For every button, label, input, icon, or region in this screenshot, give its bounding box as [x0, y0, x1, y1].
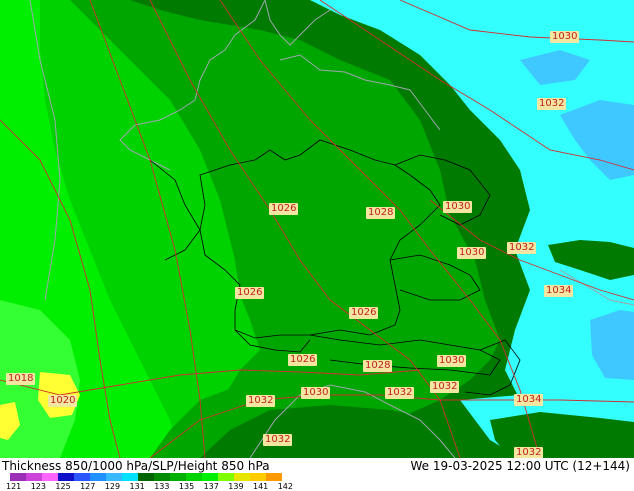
color-legend: [10, 473, 282, 481]
map-title: Thickness 850/1000 hPa/SLP/Height 850 hP…: [2, 459, 270, 473]
legend-swatch: [154, 473, 170, 481]
isobar-label-1032-south-2: 1032: [385, 387, 415, 399]
legend-swatch: [234, 473, 250, 481]
isobar-label-1032-south-3: 1032: [430, 381, 460, 393]
isobar-label-1032-east: 1032: [507, 242, 537, 254]
legend-swatch: [170, 473, 186, 481]
legend-swatch: [138, 473, 154, 481]
legend-swatch: [90, 473, 106, 481]
isobar-label-1032-bottom-right: 1032: [514, 447, 544, 458]
legend-swatch: [106, 473, 122, 481]
isobar-label-1032-bottom: 1032: [263, 434, 293, 446]
legend-swatch: [122, 473, 138, 481]
legend-swatch: [26, 473, 42, 481]
isobar-label-1030-east-2: 1030: [457, 247, 487, 259]
legend-swatch: [58, 473, 74, 481]
isobar-label-1032-ne: 1032: [537, 98, 567, 110]
isobar-label-1034-east: 1034: [544, 285, 574, 297]
legend-swatch: [10, 473, 26, 481]
isobar-label-1030-alps: 1030: [437, 355, 467, 367]
isobar-label-1030-south: 1030: [301, 387, 331, 399]
isobar-label-1020-west: 1020: [48, 395, 78, 407]
isobar-label-1018-west: 1018: [6, 373, 36, 385]
legend-swatch: [218, 473, 234, 481]
isobar-label-1026-center: 1026: [269, 203, 299, 215]
isobar-label-1030-ne: 1030: [550, 31, 580, 43]
thickness-map: 1030 1032 1026 1028 1030 1030 1032 1034 …: [0, 0, 634, 458]
isobar-label-1026-west: 1026: [235, 287, 265, 299]
legend-swatch: [250, 473, 266, 481]
isobar-label-1026-south: 1026: [349, 307, 379, 319]
isobar-label-1034-southeast: 1034: [514, 394, 544, 406]
legend-swatch: [42, 473, 58, 481]
isobar-label-1026-alps: 1026: [288, 354, 318, 366]
legend-swatch: [74, 473, 90, 481]
legend-swatch: [266, 473, 282, 481]
valid-time: We 19-03-2025 12:00 UTC (12+144): [410, 459, 630, 473]
isobar-label-1032-south: 1032: [246, 395, 276, 407]
isobar-label-1028-alps: 1028: [363, 360, 393, 372]
isobar-label-1030-east: 1030: [443, 201, 473, 213]
isobar-label-1028-center: 1028: [366, 207, 396, 219]
legend-swatch: [186, 473, 202, 481]
legend-swatch: [202, 473, 218, 481]
map-footer: Thickness 850/1000 hPa/SLP/Height 850 hP…: [0, 458, 634, 491]
